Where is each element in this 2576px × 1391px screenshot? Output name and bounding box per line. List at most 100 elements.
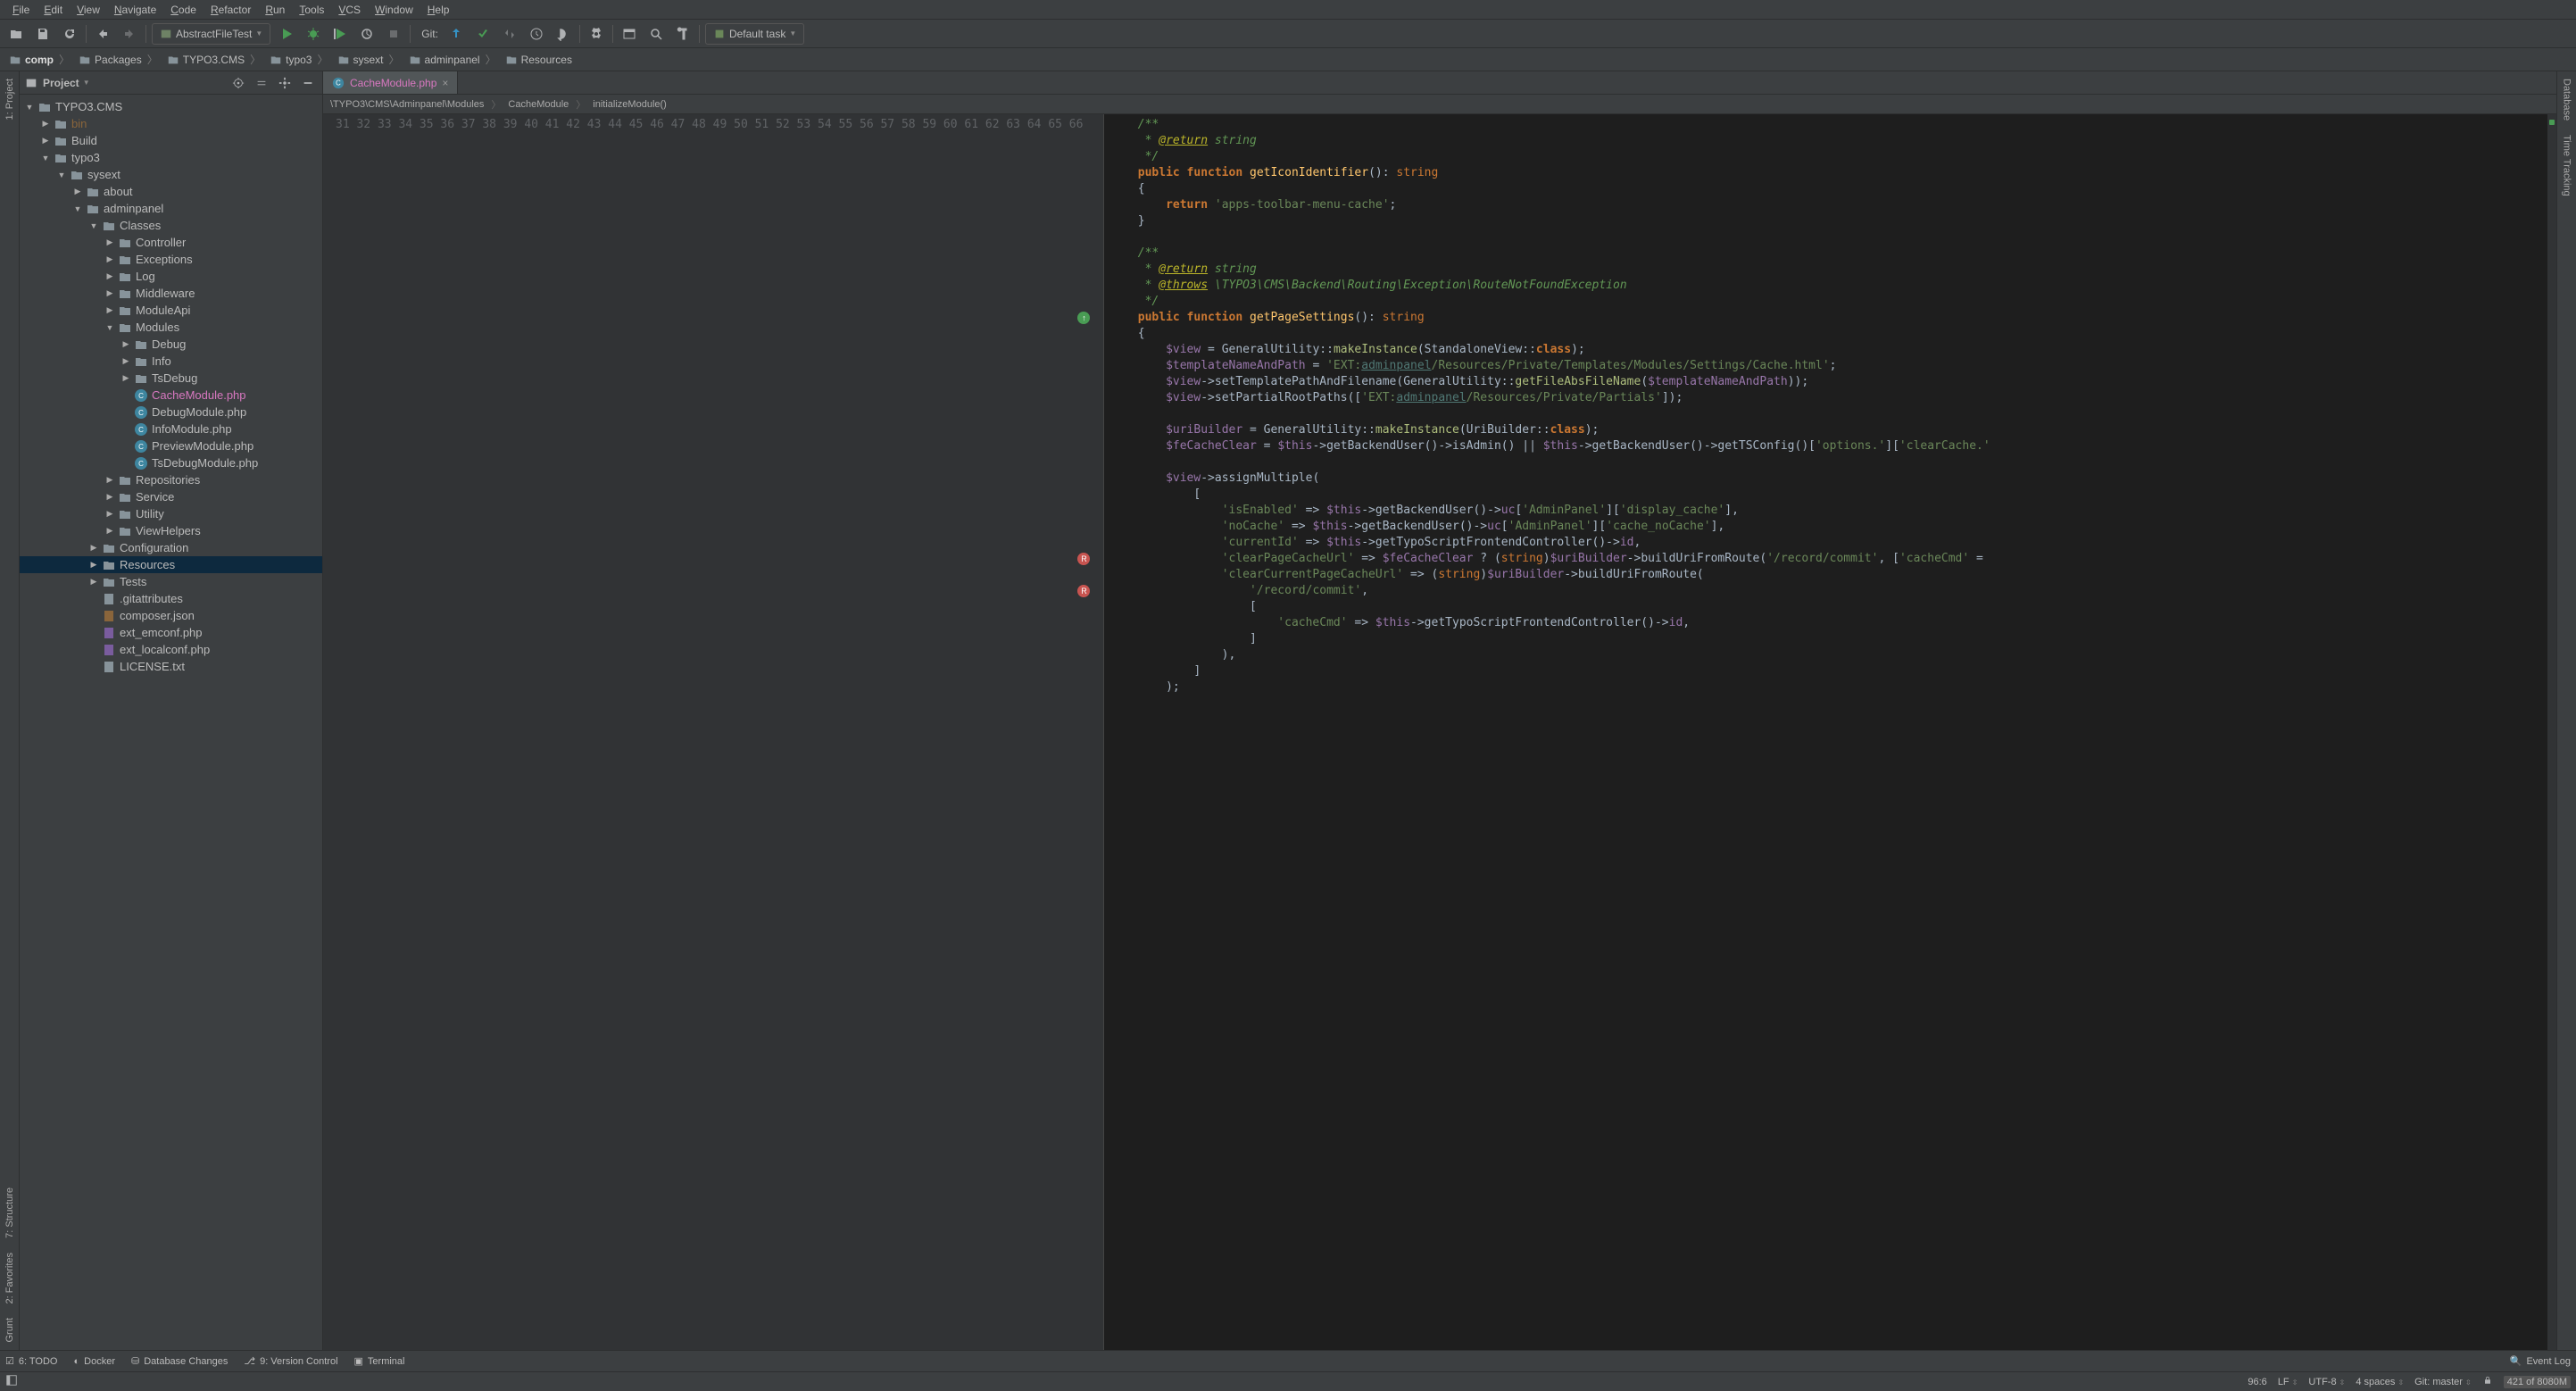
project-panel-title[interactable]: Project ▼ <box>43 77 224 89</box>
toolstrip-favorites[interactable]: 2: Favorites <box>3 1245 17 1311</box>
tree-item[interactable]: ▶Tests <box>20 573 322 590</box>
run-config-combo[interactable]: AbstractFileTest ▼ <box>152 23 270 45</box>
menu-vcs[interactable]: VCS <box>331 1 368 19</box>
tree-item[interactable]: ▼TYPO3.CMS <box>20 98 322 115</box>
tree-item[interactable]: ▼Classes <box>20 217 322 234</box>
tree-item[interactable]: CTsDebugModule.php <box>20 454 322 471</box>
git-compare-icon[interactable] <box>499 23 520 45</box>
menu-view[interactable]: View <box>70 1 107 19</box>
crumb-comp[interactable]: comp〉 <box>5 52 75 67</box>
toolwindow-dbchanges[interactable]: ⛁Database Changes <box>131 1355 228 1367</box>
toolstrip-project[interactable]: 1: Project <box>3 71 17 127</box>
tree-item[interactable]: ▶Middleware <box>20 285 322 302</box>
tree-item[interactable]: ▼sysext <box>20 166 322 183</box>
tree-item[interactable]: ▶Configuration <box>20 539 322 556</box>
menu-tools[interactable]: Tools <box>292 1 331 19</box>
line-separator[interactable]: LF ⇳ <box>2278 1377 2298 1387</box>
toolstrip-database[interactable]: Database <box>2560 71 2574 128</box>
menu-window[interactable]: Window <box>368 1 420 19</box>
menu-run[interactable]: Run <box>258 1 292 19</box>
editor-crumb-segment[interactable]: \TYPO3\CMS\Adminpanel\Modules <box>330 99 484 110</box>
gear-icon[interactable] <box>276 74 294 92</box>
debug-icon[interactable] <box>303 23 324 45</box>
tree-item[interactable]: ▼typo3 <box>20 149 322 166</box>
collapse-icon[interactable] <box>253 74 270 92</box>
tree-item[interactable]: CPreviewModule.php <box>20 437 322 454</box>
menu-edit[interactable]: Edit <box>37 1 70 19</box>
refresh-icon[interactable] <box>59 23 80 45</box>
lock-icon[interactable] <box>2482 1375 2493 1388</box>
hide-icon[interactable] <box>299 74 317 92</box>
menu-navigate[interactable]: Navigate <box>107 1 163 19</box>
toolstrip-timetracking[interactable]: Time Tracking <box>2560 128 2574 204</box>
crumb-sysext[interactable]: sysext〉 <box>334 52 405 67</box>
tree-item[interactable]: ▶TsDebug <box>20 370 322 387</box>
git-update-icon[interactable] <box>445 23 467 45</box>
paragraph-icon[interactable] <box>672 23 694 45</box>
coverage-icon[interactable] <box>329 23 351 45</box>
tree-item[interactable]: ▼adminpanel <box>20 200 322 217</box>
tree-item[interactable]: ▶Build <box>20 132 322 149</box>
menu-code[interactable]: Code <box>163 1 204 19</box>
tree-item[interactable]: CInfoModule.php <box>20 421 322 437</box>
settings-icon[interactable] <box>586 23 607 45</box>
toolwindow-eventlog[interactable]: 🔍Event Log <box>2510 1355 2571 1367</box>
indent[interactable]: 4 spaces ⇳ <box>2356 1377 2404 1387</box>
crumb-packages[interactable]: Packages〉 <box>75 52 163 67</box>
project-tree[interactable]: ▼TYPO3.CMS▶bin▶Build▼typo3▼sysext▶about▼… <box>20 95 322 1350</box>
tree-item[interactable]: ▶Service <box>20 488 322 505</box>
tree-item[interactable]: ▶Log <box>20 268 322 285</box>
run-icon[interactable] <box>276 23 297 45</box>
menu-file[interactable]: File <box>5 1 37 19</box>
menu-help[interactable]: Help <box>420 1 457 19</box>
task-combo[interactable]: Default task ▼ <box>705 23 804 45</box>
tree-item[interactable]: .gitattributes <box>20 590 322 607</box>
locate-icon[interactable] <box>229 74 247 92</box>
tree-item[interactable]: ▶Info <box>20 353 322 370</box>
profile-icon[interactable] <box>356 23 378 45</box>
tree-item[interactable]: ▶Utility <box>20 505 322 522</box>
crumb-typo3[interactable]: typo3〉 <box>266 52 333 67</box>
tree-item[interactable]: CDebugModule.php <box>20 404 322 421</box>
crumb-typo3.cms[interactable]: TYPO3.CMS〉 <box>163 52 266 67</box>
tree-item[interactable]: ▶ModuleApi <box>20 302 322 319</box>
tree-item[interactable]: ▶Repositories <box>20 471 322 488</box>
tree-item[interactable]: ext_emconf.php <box>20 624 322 641</box>
search-icon[interactable] <box>645 23 667 45</box>
tool-windows-button[interactable] <box>5 1374 18 1389</box>
fold-gutter[interactable]: ↑RR <box>1092 114 1104 1350</box>
code-editor[interactable]: /** * @return string */ public function … <box>1104 114 2556 1350</box>
tree-item[interactable]: ▼Modules <box>20 319 322 336</box>
toolwindow-todo[interactable]: ☑6: TODO <box>5 1355 57 1367</box>
toolstrip-grunt[interactable]: Grunt <box>3 1311 17 1350</box>
stop-icon[interactable] <box>383 23 404 45</box>
toolstrip-structure[interactable]: 7: Structure <box>3 1180 17 1245</box>
back-icon[interactable] <box>92 23 113 45</box>
toolwindow-vcs[interactable]: ⎇9: Version Control <box>244 1355 337 1367</box>
tree-item[interactable]: CCacheModule.php <box>20 387 322 404</box>
open-icon[interactable] <box>5 23 27 45</box>
editor-crumb-segment[interactable]: CacheModule <box>508 99 569 110</box>
encoding[interactable]: UTF-8 ⇳ <box>2308 1377 2345 1387</box>
tree-item[interactable]: ▶Exceptions <box>20 251 322 268</box>
toolwindow-docker[interactable]: ◐Docker <box>73 1355 115 1367</box>
git-revert-icon[interactable] <box>553 23 574 45</box>
tree-item[interactable]: LICENSE.txt <box>20 658 322 675</box>
editor-crumb-segment[interactable]: initializeModule() <box>593 99 667 110</box>
git-history-icon[interactable] <box>526 23 547 45</box>
file-tab[interactable]: C CacheModule.php × <box>323 71 458 94</box>
error-stripe[interactable] <box>2547 114 2556 1350</box>
crumb-adminpanel[interactable]: adminpanel〉 <box>405 52 502 67</box>
tree-item[interactable]: composer.json <box>20 607 322 624</box>
tree-item[interactable]: ext_localconf.php <box>20 641 322 658</box>
menu-refactor[interactable]: Refactor <box>204 1 258 19</box>
caret-position[interactable]: 96:6 <box>2248 1377 2266 1387</box>
crumb-resources[interactable]: Resources <box>502 54 576 66</box>
forward-icon[interactable] <box>119 23 140 45</box>
close-icon[interactable]: × <box>442 77 448 89</box>
tree-item[interactable]: ▶about <box>20 183 322 200</box>
tree-item[interactable]: ▶bin <box>20 115 322 132</box>
git-branch[interactable]: Git: master ⇳ <box>2414 1377 2472 1387</box>
tree-item[interactable]: ▶ViewHelpers <box>20 522 322 539</box>
git-commit-icon[interactable] <box>472 23 494 45</box>
